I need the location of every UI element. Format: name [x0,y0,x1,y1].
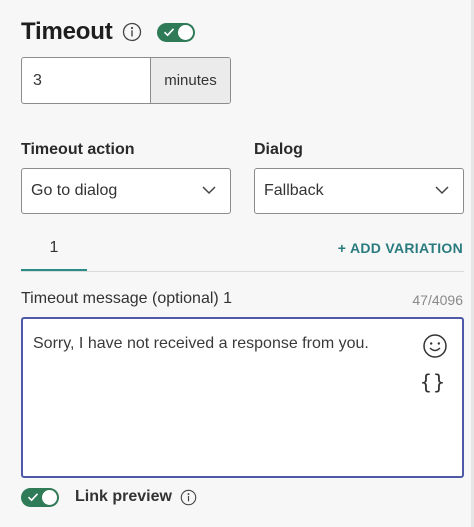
section-title: Timeout [21,18,113,45]
emoji-icon[interactable] [422,333,448,359]
timeout-duration-field[interactable]: 3 minutes [21,57,231,104]
chevron-down-icon [202,186,216,195]
dialog-label: Dialog [254,141,303,158]
timeout-action-label: Timeout action [21,141,135,158]
dialog-select[interactable]: Fallback [254,168,464,214]
add-variation-button[interactable]: + ADD VARIATION [338,240,463,256]
check-icon [27,492,39,501]
timeout-message-textarea[interactable]: Sorry, I have not received a response fr… [21,317,464,478]
info-icon[interactable] [122,22,142,42]
link-preview-label: Link preview [75,488,172,505]
timeout-action-select[interactable]: Go to dialog [21,168,231,214]
timeout-value-input[interactable]: 3 [22,58,151,103]
info-icon[interactable] [180,489,197,506]
timeout-message-label: Timeout message (optional) 1 [21,290,233,307]
timeout-header: Timeout [21,14,195,50]
character-count: 47/4096 [412,292,463,308]
tab-divider [21,271,464,272]
timeout-action-value: Go to dialog [31,182,118,199]
timeout-message-text[interactable]: Sorry, I have not received a response fr… [33,335,369,353]
toggle-knob [177,24,193,40]
check-icon [163,27,174,36]
dialog-value: Fallback [264,182,324,199]
chevron-down-icon [435,186,449,195]
link-preview-row: Link preview [21,486,197,508]
timeout-toggle[interactable] [156,22,195,42]
toggle-knob [42,489,57,505]
timeout-unit-label: minutes [151,58,230,103]
link-preview-toggle[interactable] [21,487,59,507]
tab-variation-1[interactable]: 1 [21,232,87,272]
variable-icon[interactable]: {} [420,370,446,394]
